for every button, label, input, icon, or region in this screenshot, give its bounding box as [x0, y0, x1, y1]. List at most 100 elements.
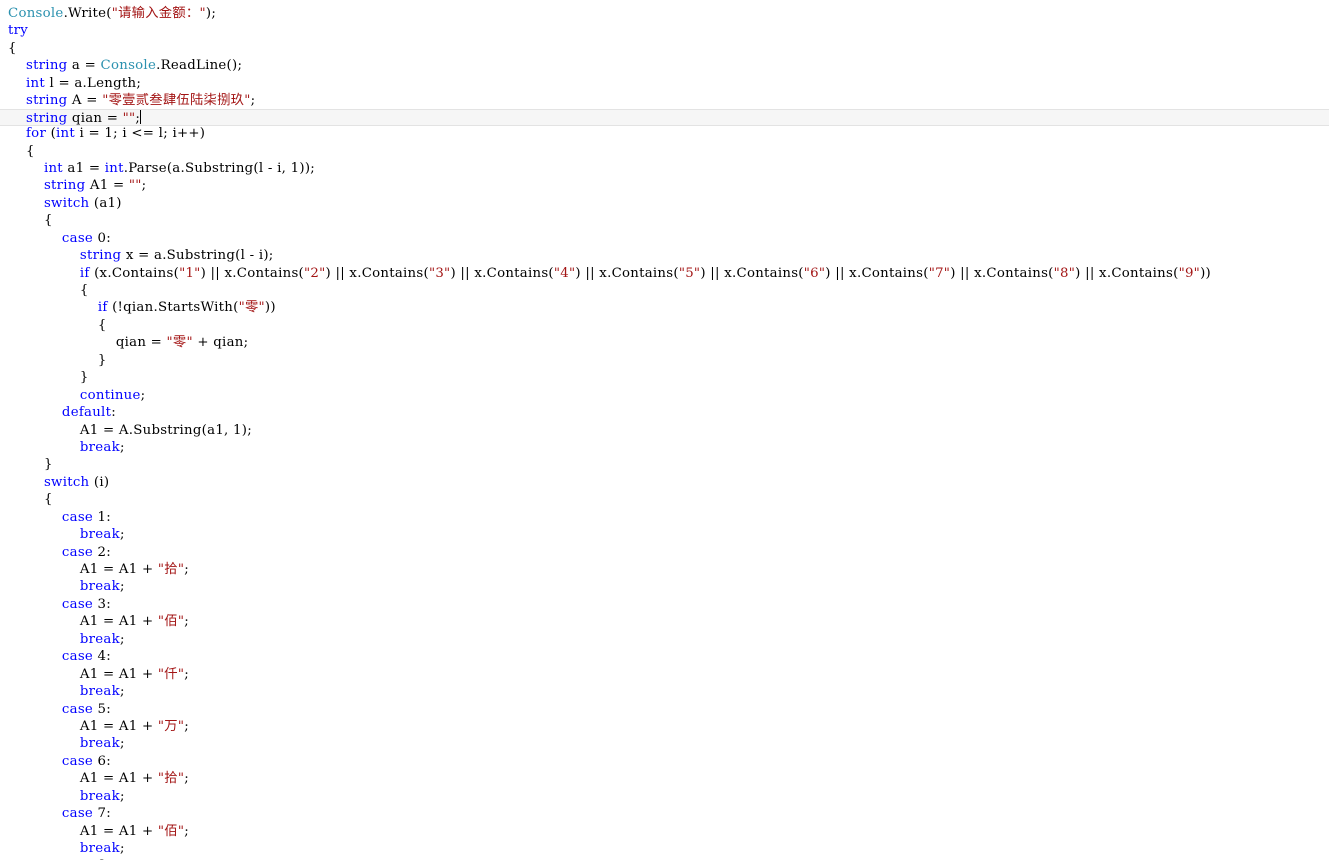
code-line[interactable]: case 6:: [0, 753, 1329, 770]
code-line[interactable]: case 5:: [0, 701, 1329, 718]
code-line[interactable]: case 0:: [0, 230, 1329, 247]
code-line[interactable]: string x = a.Substring(l - i);: [0, 247, 1329, 264]
token-kw: string: [25, 58, 68, 74]
token-kw: if: [79, 265, 90, 281]
code-line[interactable]: {: [0, 40, 1329, 57]
code-line[interactable]: break;: [0, 735, 1329, 752]
code-line[interactable]: continue;: [0, 387, 1329, 404]
token-plain: qian =: [115, 335, 167, 351]
code-line[interactable]: A1 = A1 + "拾";: [0, 770, 1329, 787]
code-line[interactable]: A1 = A1 + "仟";: [0, 666, 1329, 683]
code-line[interactable]: {: [0, 491, 1329, 508]
code-line[interactable]: break;: [0, 683, 1329, 700]
code-line[interactable]: break;: [0, 578, 1329, 595]
token-plain: ;: [184, 823, 189, 839]
token-plain: 3:: [93, 596, 112, 612]
token-plain: ) || x.Contains(: [325, 265, 429, 281]
token-plain: );: [205, 6, 217, 21]
code-line[interactable]: string A = "零壹贰叁肆伍陆柒捌玖";: [0, 92, 1329, 109]
code-line[interactable]: }: [0, 369, 1329, 386]
token-kw: continue: [79, 387, 141, 403]
token-plain: ;: [119, 788, 125, 804]
code-line[interactable]: case 4:: [0, 648, 1329, 665]
code-line[interactable]: Console.Write("请输入金额：");: [0, 5, 1329, 22]
code-line[interactable]: string a = Console.ReadLine();: [0, 57, 1329, 74]
code-line[interactable]: }: [0, 352, 1329, 369]
code-line[interactable]: A1 = A.Substring(a1, 1);: [0, 422, 1329, 439]
token-kw: case: [61, 230, 94, 246]
code-line[interactable]: {: [0, 317, 1329, 334]
code-line[interactable]: if (!qian.StartsWith("零")): [0, 299, 1329, 316]
code-line[interactable]: break;: [0, 439, 1329, 456]
code-line-current[interactable]: string qian = "";: [0, 108, 1329, 127]
code-line[interactable]: qian = "零" + qian;: [0, 334, 1329, 351]
code-line[interactable]: break;: [0, 526, 1329, 543]
token-str: "1": [179, 265, 201, 281]
token-kw: for: [25, 126, 47, 142]
token-kw: switch: [43, 195, 90, 211]
code-line[interactable]: break;: [0, 788, 1329, 805]
code-line[interactable]: string A1 = "";: [0, 177, 1329, 194]
code-line[interactable]: switch (i): [0, 474, 1329, 491]
code-editor[interactable]: Console.Write("请输入金额："); try{ string a = …: [0, 0, 1329, 860]
code-text-area[interactable]: Console.Write("请输入金额："); try{ string a = …: [0, 0, 1329, 860]
code-line[interactable]: switch (a1): [0, 195, 1329, 212]
code-line[interactable]: if (x.Contains("1") || x.Contains("2") |…: [0, 265, 1329, 282]
code-line[interactable]: }: [0, 456, 1329, 473]
code-line[interactable]: int a1 = int.Parse(a.Substring(l - i, 1)…: [0, 160, 1329, 177]
token-plain: a1 =: [62, 160, 105, 176]
token-plain: .Write(: [63, 6, 112, 21]
code-line[interactable]: A1 = A1 + "佰";: [0, 613, 1329, 630]
token-kw: case: [61, 701, 94, 717]
token-kw: string: [25, 110, 68, 126]
token-plain: 6:: [93, 753, 112, 769]
code-line[interactable]: A1 = A1 + "万";: [0, 718, 1329, 735]
token-str: "": [128, 178, 142, 194]
token-plain: A1 = A1 +: [79, 666, 158, 682]
code-line[interactable]: case 2:: [0, 544, 1329, 561]
code-line[interactable]: break;: [0, 631, 1329, 648]
token-plain: {: [25, 143, 35, 159]
token-kw: break: [79, 788, 120, 804]
code-line[interactable]: try: [0, 22, 1329, 39]
code-line[interactable]: A1 = A1 + "佰";: [0, 823, 1329, 840]
code-line[interactable]: for (int i = 1; i <= l; i++): [0, 125, 1329, 142]
token-kw: break: [79, 439, 120, 455]
token-plain: ) || x.Contains(: [825, 265, 929, 281]
code-line[interactable]: default:: [0, 404, 1329, 421]
token-plain: ;: [119, 684, 125, 700]
token-plain: ) || x.Contains(: [200, 265, 304, 281]
token-plain: {: [97, 317, 107, 333]
code-line[interactable]: {: [0, 282, 1329, 299]
token-str: "6": [803, 265, 826, 281]
code-line[interactable]: int l = a.Length;: [0, 75, 1329, 92]
token-str: "佰": [157, 823, 185, 839]
code-line[interactable]: case 7:: [0, 805, 1329, 822]
code-line[interactable]: case 3:: [0, 596, 1329, 613]
code-line[interactable]: A1 = A1 + "拾";: [0, 561, 1329, 578]
token-str: "5": [678, 265, 701, 281]
code-line[interactable]: case 1:: [0, 509, 1329, 526]
code-line[interactable]: break;: [0, 840, 1329, 857]
token-kw: break: [79, 841, 120, 856]
token-kw: string: [25, 93, 68, 109]
code-line[interactable]: {: [0, 212, 1329, 229]
token-plain: {: [8, 40, 17, 56]
code-line[interactable]: {: [0, 143, 1329, 160]
token-plain: A1 = A1 +: [79, 771, 158, 787]
